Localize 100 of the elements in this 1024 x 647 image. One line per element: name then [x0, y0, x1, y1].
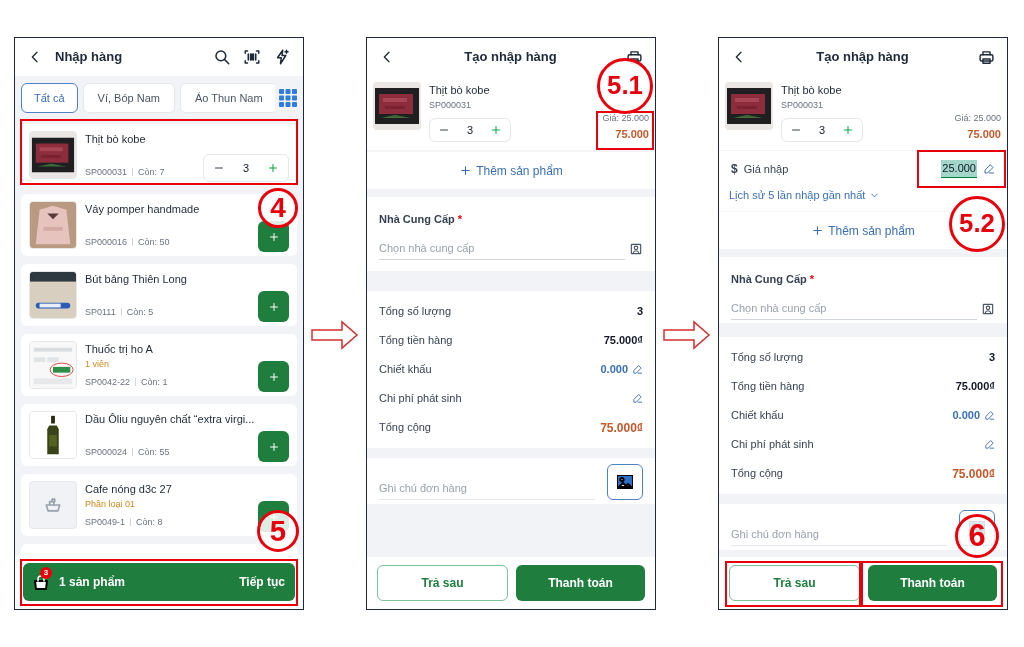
product-name: Bút bảng Thiên Long: [85, 272, 188, 287]
product-name: Thịt bò kobe: [85, 132, 147, 147]
product-card[interactable]: Dầu Ôliu nguyên chất “extra virgi... SP000024 Còn: 55: [21, 404, 297, 466]
summary-value: 75.000₫: [955, 379, 995, 395]
edit-icon[interactable]: [632, 393, 643, 404]
quantity-stepper[interactable]: 3: [781, 118, 863, 142]
stock-count: Còn: 50: [138, 235, 170, 249]
note-field[interactable]: Ghi chú đơn hàng: [379, 476, 595, 500]
supplier-field[interactable]: Chọn nhà cung cấp: [731, 297, 977, 320]
category-tab[interactable]: Ví, Bóp Nam: [82, 83, 175, 113]
product-card[interactable]: Bút bảng Thiên Long SP0111 Còn: 5: [21, 264, 297, 326]
contact-icon[interactable]: [629, 241, 643, 256]
add-button[interactable]: [258, 361, 289, 392]
stock-count: Còn: 1: [141, 375, 168, 389]
summary-value: 3: [636, 304, 643, 320]
step-number-tooltip: 5.2: [949, 196, 1005, 252]
summary-label: Tổng cộng: [731, 466, 783, 482]
add-product-button[interactable]: Thêm sản phẩm: [811, 221, 915, 240]
stock-count: Còn: 8: [136, 515, 163, 529]
quantity-stepper[interactable]: 3: [429, 118, 511, 142]
product-name: Thịt bò kobe: [429, 83, 491, 98]
plus-icon: [267, 440, 280, 453]
screen-title: Nhập hàng: [55, 48, 124, 67]
plus-icon: [459, 164, 473, 177]
summary-value: 0.000: [952, 408, 980, 424]
stock-count: Còn: 7: [138, 165, 165, 179]
quantity-value: 3: [818, 122, 826, 138]
edit-icon[interactable]: [632, 364, 643, 375]
product-card[interactable]: Thịt bò kobe SP000031 Còn: 7 3: [21, 124, 297, 186]
printer-icon[interactable]: [978, 48, 995, 66]
unit-price: Giá: 25.000: [954, 112, 1001, 125]
screen-title: Tạo nhập hàng: [463, 48, 558, 67]
cart-bar[interactable]: 3 1 sản phẩm Tiếp tục: [23, 563, 295, 601]
summary-label: Tổng cộng: [379, 420, 431, 436]
plus-icon: [811, 224, 825, 237]
pay-later-button[interactable]: Trả sau: [729, 565, 860, 601]
summary-label: Tổng tiền hàng: [379, 333, 453, 349]
required-mark: *: [809, 273, 815, 285]
arrow-icon: [311, 320, 359, 350]
product-name: Váy pomper handmade: [85, 202, 201, 217]
note-field[interactable]: Ghi chú đơn hàng: [731, 522, 947, 546]
plus-icon: [267, 300, 280, 313]
summary-label: Chi phí phát sinh: [379, 391, 462, 407]
barcode-icon[interactable]: [243, 48, 261, 66]
price-input[interactable]: 25.000: [941, 160, 977, 178]
contact-icon[interactable]: [981, 301, 995, 316]
plus-icon: [267, 370, 280, 383]
summary-label: Chiết khấu: [379, 362, 432, 378]
edit-icon[interactable]: [984, 439, 995, 450]
image-button[interactable]: [607, 464, 643, 500]
continue-button[interactable]: Tiếp tục: [239, 573, 285, 591]
product-name: Cafe nóng d3c 27: [85, 482, 173, 497]
quantity-stepper[interactable]: 3: [203, 154, 289, 182]
supplier-field[interactable]: Chọn nhà cung cấp: [379, 237, 625, 260]
product-code: SP0042-22: [85, 375, 131, 389]
quantity-value: 3: [242, 160, 250, 176]
summary-value: 3: [988, 350, 995, 366]
edit-icon[interactable]: [984, 410, 995, 421]
screen-title: Tạo nhập hàng: [815, 48, 910, 67]
add-button[interactable]: [258, 291, 289, 322]
stock-count: Còn: 5: [126, 305, 154, 319]
history-link[interactable]: Lịch sử 5 lần nhập gần nhất: [729, 187, 881, 204]
category-tab[interactable]: Áo Thun Nam: [179, 83, 275, 113]
edit-icon[interactable]: [983, 163, 995, 175]
required-mark: *: [457, 213, 463, 225]
product-code: SP000031: [429, 98, 473, 112]
unit-price: Giá: 25.000: [602, 112, 649, 125]
product-code: SP0049-1: [85, 515, 126, 529]
bag-icon: [33, 574, 49, 590]
pay-button[interactable]: Thanh toán: [516, 565, 645, 601]
field-label: Nhà Cung Cấp *: [379, 212, 464, 227]
line-total: 75.000: [967, 126, 1001, 142]
add-button[interactable]: [258, 431, 289, 462]
pay-button[interactable]: Thanh toán: [868, 565, 997, 601]
product-code: SP000031: [85, 165, 128, 179]
grid-icon[interactable]: [279, 89, 297, 107]
product-code: SP000016: [85, 235, 128, 249]
add-product-button[interactable]: Thêm sản phẩm: [459, 161, 563, 180]
summary-value: 0.000: [600, 362, 628, 378]
cart-summary: 1 sản phẩm: [59, 574, 126, 591]
summary-label: Chi phí phát sinh: [731, 437, 814, 453]
product-card[interactable]: Thuốc trị ho A 1 viên SP0042-22 Còn: 1: [21, 334, 297, 396]
product-variant: Phân loại 01: [85, 497, 137, 511]
line-total: 75.000: [615, 126, 649, 142]
plus-icon: [267, 230, 280, 243]
stock-count: Còn: 55: [138, 445, 170, 459]
summary-value: 75.000₫: [603, 333, 643, 349]
search-icon[interactable]: [213, 48, 231, 66]
count-badge: 3: [40, 567, 52, 579]
arrow-icon: [663, 320, 711, 350]
category-tab[interactable]: Tất cả: [21, 83, 78, 113]
product-code: SP000031: [781, 98, 825, 112]
product-name: Thịt bò kobe: [781, 83, 843, 98]
total-value: 75.000₫: [600, 419, 643, 437]
pay-later-button[interactable]: Trả sau: [377, 565, 508, 601]
summary-label: Tổng số lượng: [379, 304, 452, 320]
image-icon: [617, 475, 633, 489]
quantity-value: 3: [466, 122, 474, 138]
product-code: SP000024: [85, 445, 128, 459]
field-label: Giá nhập: [743, 161, 789, 177]
